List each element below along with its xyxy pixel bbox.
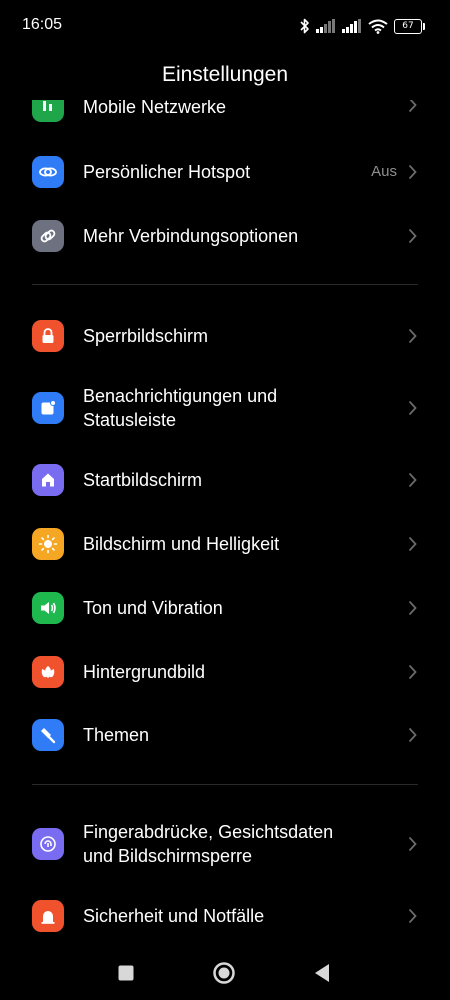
chevron-right-icon	[408, 600, 417, 616]
settings-row-notifications[interactable]: Benachrichtigungen und Statusleiste	[0, 372, 450, 444]
settings-row-label: Mobile Netzwerke	[83, 100, 227, 117]
emergency-icon	[32, 900, 64, 932]
hotspot-icon	[32, 156, 64, 188]
sun-icon	[32, 528, 64, 560]
lock-icon	[32, 320, 64, 352]
clipped-row-container: Mobile Netzwerke	[0, 100, 450, 122]
settings-row-label: Sperrbildschirm	[83, 326, 209, 346]
status-bar: 16:05 67	[0, 0, 450, 54]
notification-icon	[32, 392, 64, 424]
settings-row-label: Benachrichtigungen und Statusleiste	[83, 386, 278, 430]
settings-row-label: Themen	[83, 725, 150, 745]
brush-icon	[32, 719, 64, 751]
settings-row-wallpaper[interactable]: Hintergrundbild	[0, 644, 450, 700]
settings-row-label: Mehr Verbindungsoptionen	[83, 226, 299, 246]
settings-row-label: Startbildschirm	[83, 470, 203, 490]
chevron-right-icon	[408, 400, 417, 416]
link-icon	[32, 220, 64, 252]
chevron-right-icon	[408, 908, 417, 924]
back-button[interactable]	[313, 963, 331, 983]
settings-row-fingerprint[interactable]: Fingerabdrücke, Gesichtsdaten und Bildsc…	[0, 808, 450, 880]
battery-icon: 67	[394, 18, 425, 34]
status-icons: 67	[300, 15, 425, 37]
settings-row-label: Ton und Vibration	[83, 598, 223, 618]
page-title: Einstellungen	[161, 63, 289, 86]
chevron-right-icon	[408, 228, 417, 244]
chevron-right-icon	[408, 328, 417, 344]
section-divider	[32, 284, 418, 285]
settings-row-lock-screen[interactable]: Sperrbildschirm	[0, 308, 450, 364]
chevron-right-icon	[408, 100, 417, 113]
flower-icon	[32, 656, 64, 688]
navigation-bar	[0, 940, 450, 1000]
settings-row-themes[interactable]: Themen	[0, 707, 450, 763]
signal-icon	[342, 19, 361, 33]
chevron-right-icon	[408, 536, 417, 552]
speaker-icon	[32, 592, 64, 624]
settings-row-emergency[interactable]: Sicherheit und Notfälle	[0, 888, 450, 944]
settings-row-home-screen[interactable]: Startbildschirm	[0, 452, 450, 508]
settings-row-label: Sicherheit und Notfälle	[83, 906, 265, 926]
chevron-right-icon	[408, 727, 417, 743]
settings-row-mobile-networks[interactable]: Mobile Netzwerke	[0, 100, 450, 122]
fingerprint-icon	[32, 828, 64, 860]
settings-row-display[interactable]: Bildschirm und Helligkeit	[0, 516, 450, 572]
settings-row-label: Fingerabdrücke, Gesichtsdaten und Bildsc…	[83, 822, 334, 866]
bluetooth-icon	[300, 18, 309, 34]
chevron-right-icon	[408, 472, 417, 488]
chevron-right-icon	[408, 164, 417, 180]
status-time: 16:05	[22, 16, 63, 33]
settings-row-connection-options[interactable]: Mehr Verbindungsoptionen	[0, 208, 450, 264]
home-button[interactable]	[212, 961, 236, 985]
settings-row-label: Persönlicher Hotspot	[83, 162, 251, 182]
settings-row-label: Bildschirm und Helligkeit	[83, 534, 280, 554]
mobile-network-icon	[32, 100, 64, 122]
chevron-right-icon	[408, 664, 417, 680]
settings-row-sound[interactable]: Ton und Vibration	[0, 580, 450, 636]
hotspot-status-value: Aus	[371, 163, 397, 180]
settings-row-label: Hintergrundbild	[83, 662, 206, 682]
chevron-right-icon	[408, 836, 417, 852]
home-icon	[32, 464, 64, 496]
wifi-icon	[368, 19, 388, 34]
section-divider	[32, 784, 418, 785]
signal-icon	[316, 19, 335, 33]
recents-button[interactable]	[117, 964, 135, 982]
settings-row-hotspot[interactable]: Persönlicher Hotspot Aus	[0, 144, 450, 200]
